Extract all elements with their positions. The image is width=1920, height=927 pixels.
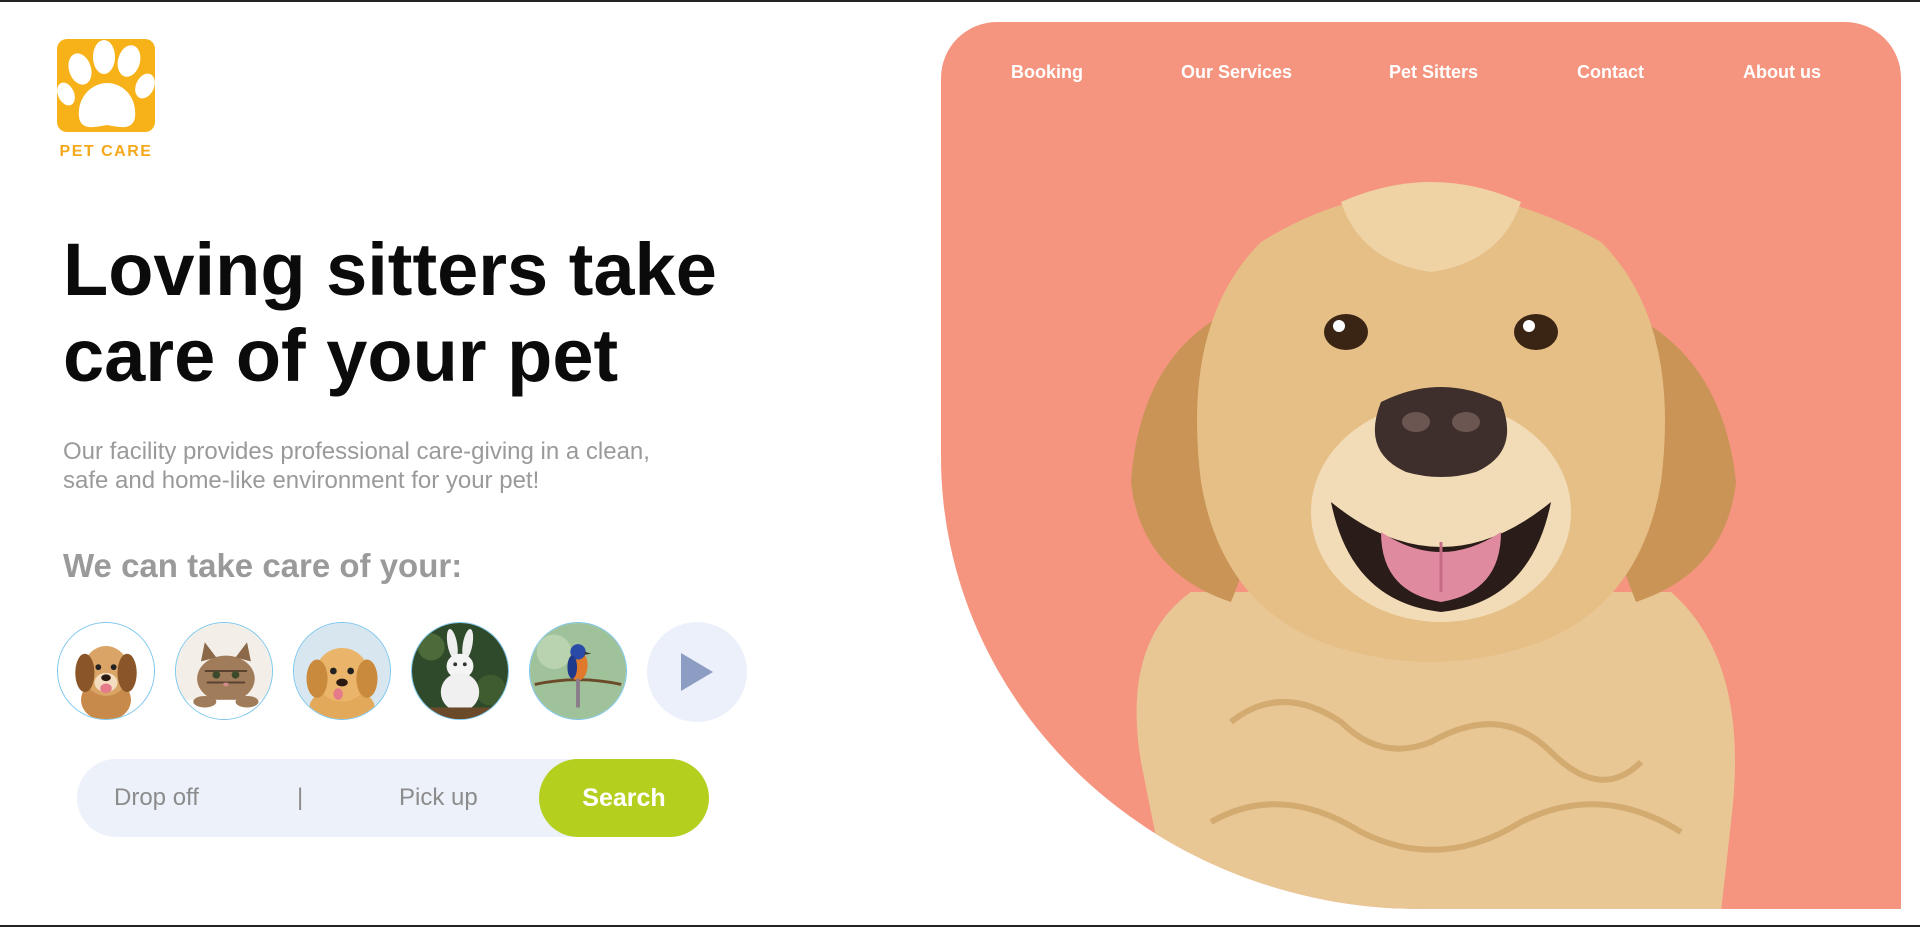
brand-name: PET CARE [59, 143, 153, 160]
hero-subtext-line1: Our facility provides professional care-… [63, 438, 650, 465]
page: PET CARE Loving sitters take care of you… [0, 0, 1920, 927]
bird-image [530, 623, 626, 719]
nav-our-services[interactable]: Our Services [1181, 62, 1292, 83]
pick-up-field[interactable]: Pick up [399, 759, 478, 837]
booking-search-bar: Drop off | Pick up Search [77, 759, 709, 837]
pet-selector [57, 622, 747, 722]
nav-contact[interactable]: Contact [1577, 62, 1644, 83]
hero-subtext: Our facility provides professional care-… [63, 437, 703, 495]
pet-option-kitten[interactable] [175, 622, 273, 720]
puppy-image [58, 623, 154, 719]
search-button[interactable]: Search [539, 759, 709, 837]
pet-option-puppy[interactable] [57, 622, 155, 720]
hero-headline-line1: Loving sitters take [63, 228, 717, 311]
pet-option-bird[interactable] [529, 622, 627, 720]
brand-logo[interactable]: PET CARE [57, 39, 155, 161]
golden-puppy-image [294, 623, 390, 719]
paw-icon [57, 39, 155, 132]
pet-option-golden-puppy[interactable] [293, 622, 391, 720]
golden-retriever-image [1131, 182, 1736, 909]
hero-headline-line2: care of your pet [63, 314, 619, 397]
kitten-image [176, 623, 272, 719]
care-heading: We can take care of your: [63, 547, 463, 584]
pets-next-button[interactable] [647, 622, 747, 722]
nav-pet-sitters[interactable]: Pet Sitters [1389, 62, 1478, 83]
play-icon [681, 653, 713, 691]
field-separator: | [297, 784, 304, 811]
nav-booking[interactable]: Booking [1011, 62, 1083, 83]
hero-subtext-line2: safe and home-like environment for your … [63, 467, 540, 494]
drop-off-field[interactable]: Drop off [114, 759, 199, 837]
rabbit-image [412, 623, 508, 719]
nav-about-us[interactable]: About us [1743, 62, 1821, 83]
hero-headline: Loving sitters take care of your pet [63, 227, 783, 399]
pet-option-rabbit[interactable] [411, 622, 509, 720]
hero-panel: Booking Our Services Pet Sitters Contact… [941, 22, 1901, 909]
main-nav: Booking Our Services Pet Sitters Contact… [941, 62, 1901, 92]
